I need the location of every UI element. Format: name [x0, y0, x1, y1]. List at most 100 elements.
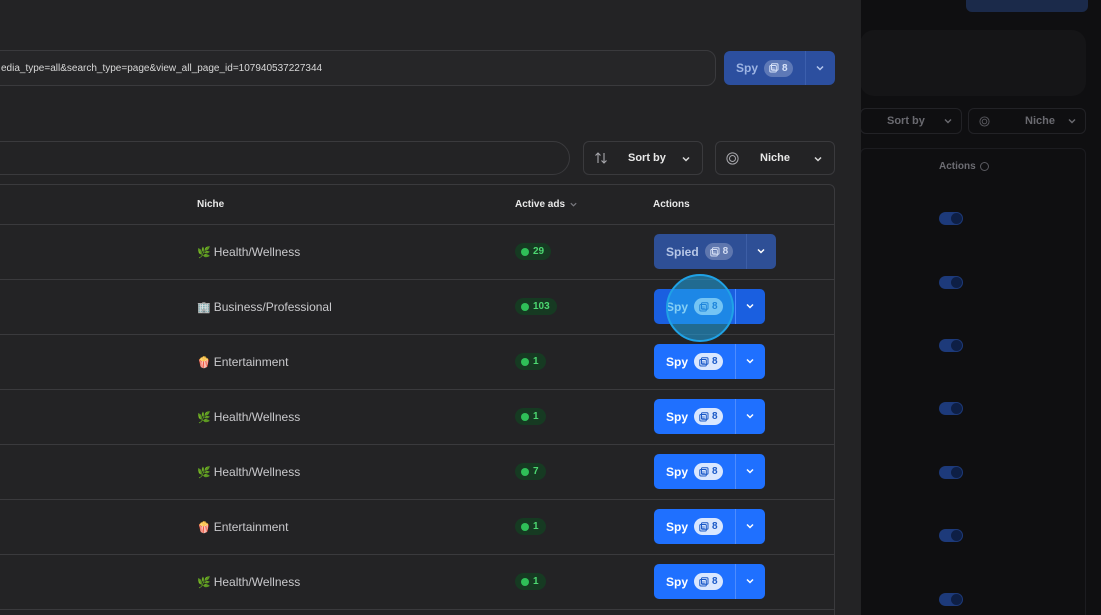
pages-table: Niche Active ads Actions 🌿 Health/Wellne… [0, 184, 835, 615]
button-divider [735, 289, 736, 324]
table-row: 🌿 Health/Wellness 29 Spied 8 [0, 225, 834, 280]
stack-icon [769, 63, 779, 73]
niche-emoji-icon: 🏢 [197, 301, 211, 314]
credits-count: 8 [782, 62, 788, 74]
niche-cell: 🌿 Health/Wellness [197, 465, 300, 479]
table-header: Niche Active ads Actions [0, 185, 834, 225]
niche-emoji-icon: 🍿 [197, 521, 211, 534]
filter-search-input[interactable] [0, 141, 570, 175]
chevron-down-icon[interactable] [744, 410, 756, 422]
spy-button[interactable]: Spy 8 [654, 344, 765, 379]
active-ads-badge: 29 [515, 243, 552, 260]
chevron-down-icon[interactable] [755, 245, 767, 257]
table-row: 🌿 Health/Wellness 7 Spy 8 [0, 445, 834, 500]
click-indicator [666, 274, 734, 342]
niche-cell: 🌿 Health/Wellness [197, 575, 300, 589]
background-niche-label: Niche [1025, 115, 1055, 127]
credits-count: 8 [712, 466, 718, 477]
credits-badge: 8 [694, 353, 723, 370]
chevron-down-icon [1068, 119, 1076, 124]
background-toggle [939, 402, 963, 415]
header-active-ads[interactable]: Active ads [515, 199, 578, 210]
background-sort-button: Sort by [860, 108, 962, 134]
background-actions-label: Actions [939, 161, 976, 172]
niche-label: Health/Wellness [213, 410, 301, 424]
background-page: Sort by Niche Actions [860, 0, 1101, 615]
sort-chevron-icon [570, 202, 577, 207]
header-active-ads-label: Active ads [515, 199, 566, 210]
chevron-down-icon[interactable] [744, 355, 756, 367]
active-ads-badge: 1 [515, 518, 546, 535]
background-actions-header: Actions [939, 161, 989, 172]
niche-filter-label: Niche [760, 152, 790, 164]
url-input[interactable]: edia_type=all&search_type=page&view_all_… [0, 50, 716, 86]
table-row: 🍿 Entertainment 1 Spy 8 [0, 500, 834, 555]
spy-drawer: edia_type=all&search_type=page&view_all_… [0, 0, 861, 615]
credits-badge: 8 [694, 518, 723, 535]
chevron-down-icon [682, 156, 690, 162]
spy-button-label: Spy [666, 354, 689, 369]
chevron-down-icon[interactable] [814, 62, 826, 74]
credits-badge: 8 [694, 463, 723, 480]
stack-icon [699, 411, 709, 421]
header-actions-label: Actions [653, 199, 690, 210]
stack-icon [699, 576, 709, 586]
spy-button[interactable]: Spied 8 [654, 234, 776, 269]
niche-label: Entertainment [213, 520, 289, 534]
stack-icon [699, 521, 709, 531]
credits-badge: 8 [704, 243, 734, 260]
niche-label: Business/Professional [213, 300, 332, 314]
niche-label: Entertainment [213, 355, 289, 369]
active-dot-icon [521, 302, 529, 311]
spy-button[interactable]: Spy 8 [654, 509, 765, 544]
active-dot-icon [521, 357, 529, 366]
background-toggle [939, 339, 963, 352]
spy-button-label: Spied [666, 244, 699, 259]
active-ads-count: 1 [533, 576, 539, 587]
active-ads-count: 1 [533, 521, 539, 532]
background-top-button [966, 0, 1088, 12]
stack-icon [709, 246, 720, 256]
active-ads-count: 103 [533, 301, 550, 312]
table-row: 🍿 Entertainment 1 Spy 8 [0, 335, 834, 390]
background-search-panel [860, 30, 1086, 96]
header-niche: Niche [197, 199, 224, 210]
table-row: 🌿 Health/Wellness 1 Spy 8 [0, 390, 834, 445]
spy-button[interactable]: Spy 8 [654, 564, 765, 599]
niche-emoji-icon: 🌿 [197, 466, 211, 479]
background-niche-button: Niche [968, 108, 1086, 134]
spy-button[interactable]: Spy 8 [654, 454, 765, 489]
background-sort-label: Sort by [887, 115, 925, 127]
niche-filter-button[interactable]: Niche [715, 141, 835, 175]
info-icon [979, 162, 989, 171]
spy-page-button[interactable]: Spy 8 [724, 51, 835, 85]
credits-badge: 8 [694, 408, 723, 425]
chevron-down-icon[interactable] [744, 575, 756, 587]
background-toggle [939, 529, 963, 542]
chevron-down-icon[interactable] [744, 520, 756, 532]
sort-by-button[interactable]: Sort by [583, 141, 703, 175]
credits-badge: 8 [764, 59, 793, 77]
credits-badge: 8 [694, 573, 723, 590]
button-divider [735, 564, 736, 599]
niche-emoji-icon: 🌿 [197, 576, 211, 589]
niche-emoji-icon: 🌿 [197, 411, 211, 424]
active-dot-icon [521, 577, 529, 586]
background-toggle [939, 276, 963, 289]
spy-button[interactable]: Spy 8 [654, 399, 765, 434]
table-row: 🌿 Health/Wellness 1 Spy 8 [0, 555, 834, 610]
active-ads-badge: 1 [515, 573, 546, 590]
chevron-down-icon[interactable] [744, 465, 756, 477]
chevron-down-icon[interactable] [744, 300, 756, 312]
spy-button-label: Spy [666, 409, 689, 424]
background-table: Actions [860, 148, 1086, 615]
active-ads-count: 1 [533, 411, 539, 422]
active-ads-badge: 1 [515, 408, 546, 425]
header-actions: Actions [653, 199, 690, 210]
background-toggle [939, 212, 963, 225]
credits-count: 8 [712, 521, 718, 532]
chevron-down-icon [944, 119, 952, 124]
button-divider [805, 51, 806, 85]
sort-by-label: Sort by [628, 152, 666, 164]
niche-cell: 🏢 Business/Professional [197, 300, 332, 314]
